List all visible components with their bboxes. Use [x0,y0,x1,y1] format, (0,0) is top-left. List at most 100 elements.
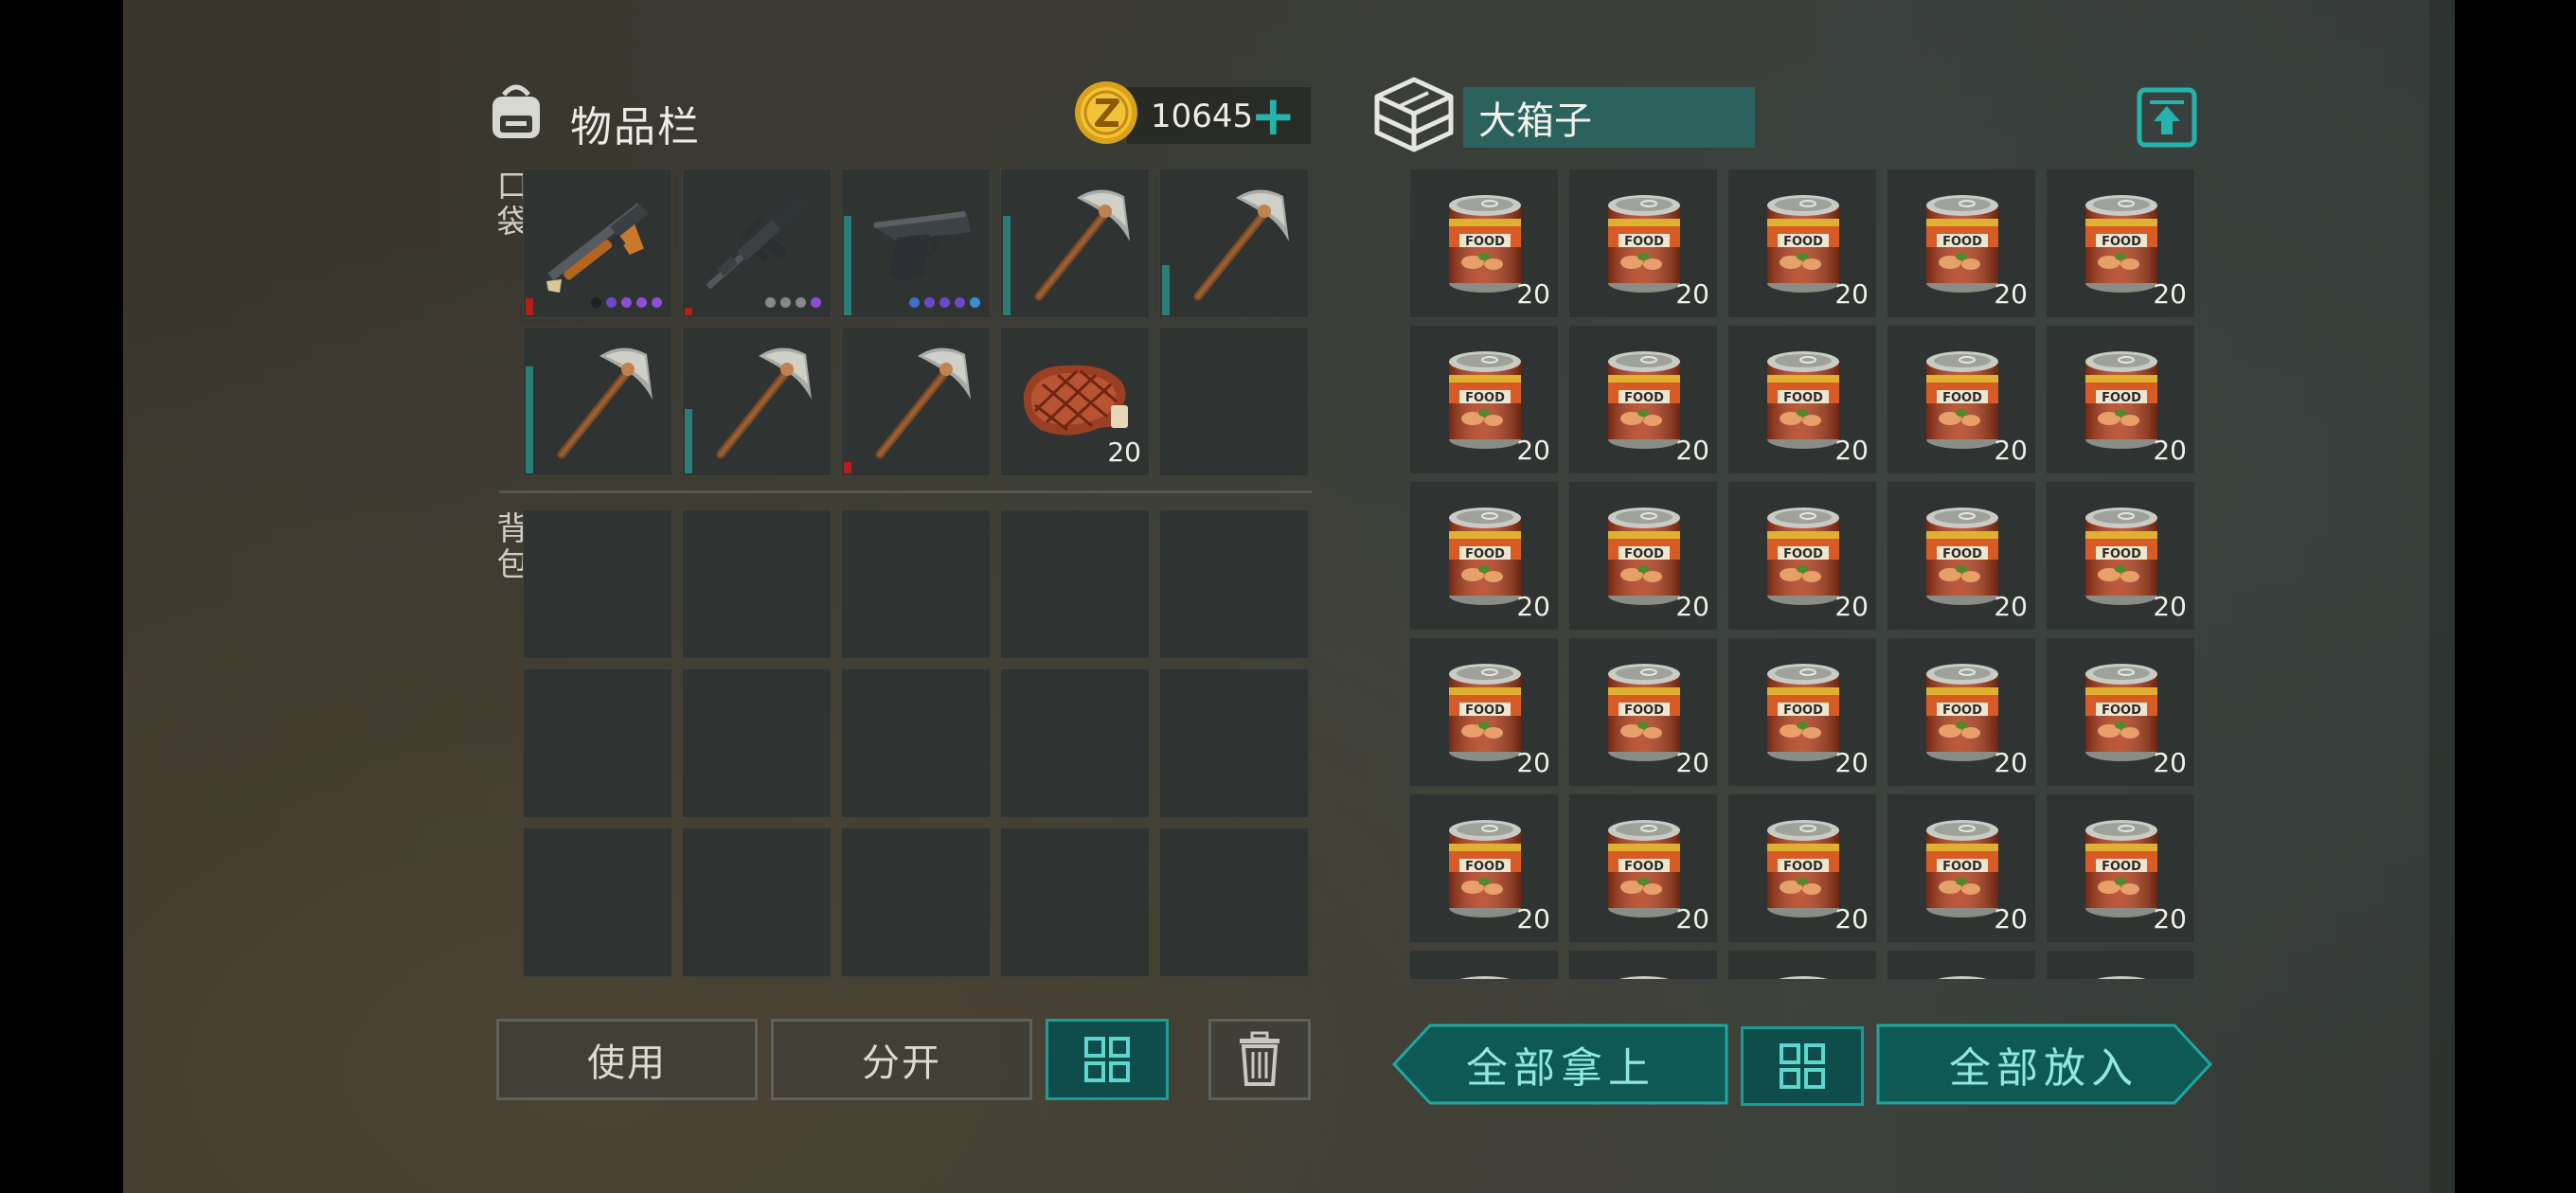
container-slot[interactable]: FOOD 20 [2046,325,2195,474]
svg-text:FOOD: FOOD [2102,547,2141,561]
svg-text:FOOD: FOOD [1624,703,1664,718]
container-slot[interactable]: FOOD 20 [1409,169,1559,318]
svg-text:FOOD: FOOD [1465,703,1505,718]
backpack-slot[interactable] [1159,668,1309,818]
item-quantity: 20 [1516,747,1550,778]
backpack-slot[interactable] [1159,509,1309,659]
split-button[interactable]: 分开 [771,1019,1032,1100]
container-slot-partial[interactable]: FOOD [1409,950,1559,980]
svg-text:FOOD: FOOD [1783,547,1823,561]
sort-inventory-button[interactable] [1046,1019,1169,1100]
container-slot[interactable]: FOOD 20 [1887,793,2036,943]
backpack-slot[interactable] [841,509,991,659]
container-slot[interactable]: FOOD 20 [2046,481,2195,631]
backpack-slot[interactable] [1159,828,1309,977]
container-slot[interactable]: FOOD 20 [1887,169,2036,318]
container-slot[interactable]: FOOD 20 [1727,481,1877,631]
item-quantity: 20 [2153,903,2187,935]
pocket-slot[interactable] [523,169,672,318]
container-slot[interactable]: FOOD 20 [1887,637,2036,787]
container-slot-partial[interactable]: FOOD [1568,950,1718,980]
container-slot[interactable]: FOOD 20 [1409,481,1559,631]
sort-container-button[interactable] [1741,1026,1864,1106]
svg-text:FOOD: FOOD [1942,703,1982,718]
container-slot-partial[interactable]: FOOD [2046,950,2195,980]
svg-text:FOOD: FOOD [2102,860,2141,874]
rarity-dot [636,297,647,308]
backpack-slot[interactable] [682,668,832,818]
container-slot[interactable]: FOOD 20 [1727,793,1877,943]
svg-text:FOOD: FOOD [1783,235,1823,249]
rarity-dot [970,297,980,308]
pocket-slot[interactable] [682,169,832,318]
container-slot[interactable]: FOOD 20 [2046,637,2195,787]
use-button[interactable]: 使用 [496,1019,758,1100]
pocket-slot[interactable] [682,327,832,476]
container-slot[interactable]: FOOD 20 [1409,637,1559,787]
backpack-slot[interactable] [1000,668,1150,818]
item-quantity: 20 [1994,435,2028,466]
backpack-slot[interactable] [682,828,832,977]
container-slot[interactable]: FOOD 20 [2046,793,2195,943]
backpack-slot[interactable] [523,509,672,659]
backpack-icon [492,84,540,138]
container-slot[interactable]: FOOD 20 [1568,637,1718,787]
backpack-slot[interactable] [841,668,991,818]
put-all-button[interactable]: 全部放入 [1875,1023,2212,1106]
container-name-field[interactable] [1463,87,1755,148]
pocket-backpack-divider [499,490,1312,493]
container-slot[interactable]: FOOD 20 [1727,637,1877,787]
item-quantity: 20 [1675,747,1709,778]
item-quantity: 20 [1994,591,2028,622]
svg-text:FOOD: FOOD [1465,391,1505,405]
canned-food-icon: FOOD [1459,976,1511,979]
take-all-button[interactable]: 全部拿上 [1392,1023,1729,1106]
pocket-slot[interactable] [1159,327,1309,476]
svg-text:FOOD: FOOD [1783,703,1823,718]
container-slot[interactable]: FOOD 20 [1727,169,1877,318]
container-slot-partial[interactable]: FOOD [1727,950,1877,980]
svg-text:FOOD: FOOD [1624,547,1664,561]
upload-container-button[interactable] [2137,87,2197,148]
container-slot[interactable]: FOOD 20 [1409,325,1559,474]
coin-icon [1075,81,1137,144]
pocket-slot[interactable] [1000,169,1150,318]
container-slot[interactable]: FOOD 20 [2046,169,2195,318]
container-slot-partial[interactable]: FOOD [1887,950,2036,980]
item-quantity: 20 [1675,278,1709,310]
container-slot[interactable]: FOOD 20 [1568,793,1718,943]
pickaxe-icon [1193,189,1289,301]
svg-text:FOOD: FOOD [1942,391,1982,405]
storage-box-icon [1374,77,1454,152]
backpack-slot[interactable] [523,668,672,818]
backpack-slot[interactable] [682,509,832,659]
pocket-slot[interactable]: 20 [1000,327,1150,476]
pickaxe-icon [1034,189,1130,301]
game-screen: 物品栏 10645 + 口袋 背包 使用 分开 大箱子 全部拿上 全部放入 20… [123,0,2455,1193]
add-coins-button[interactable]: + [1250,88,1297,143]
discard-button[interactable] [1208,1019,1311,1100]
backpack-slot[interactable] [841,828,991,977]
pocket-slot[interactable] [1159,169,1309,318]
backpack-slot[interactable] [1000,828,1150,977]
rarity-dot [909,297,920,308]
right-edge-shade [2429,0,2455,1193]
rarity-dot [780,297,791,308]
container-slot[interactable]: FOOD 20 [1887,481,2036,631]
svg-text:FOOD: FOOD [1465,547,1505,561]
backpack-slot[interactable] [1000,509,1150,659]
backpack-slot[interactable] [523,828,672,977]
pocket-slot[interactable] [841,327,991,476]
container-slot[interactable]: FOOD 20 [1409,793,1559,943]
container-slot[interactable]: FOOD 20 [1887,325,2036,474]
pocket-slot[interactable] [841,169,991,318]
container-slot[interactable]: FOOD 20 [1568,481,1718,631]
container-slot[interactable]: FOOD 20 [1568,169,1718,318]
svg-text:FOOD: FOOD [2102,235,2141,249]
rarity-dots [591,297,662,308]
durability-bar [1162,265,1170,315]
pocket-slot[interactable] [523,327,672,476]
durability-bar [685,308,692,315]
container-slot[interactable]: FOOD 20 [1727,325,1877,474]
container-slot[interactable]: FOOD 20 [1568,325,1718,474]
